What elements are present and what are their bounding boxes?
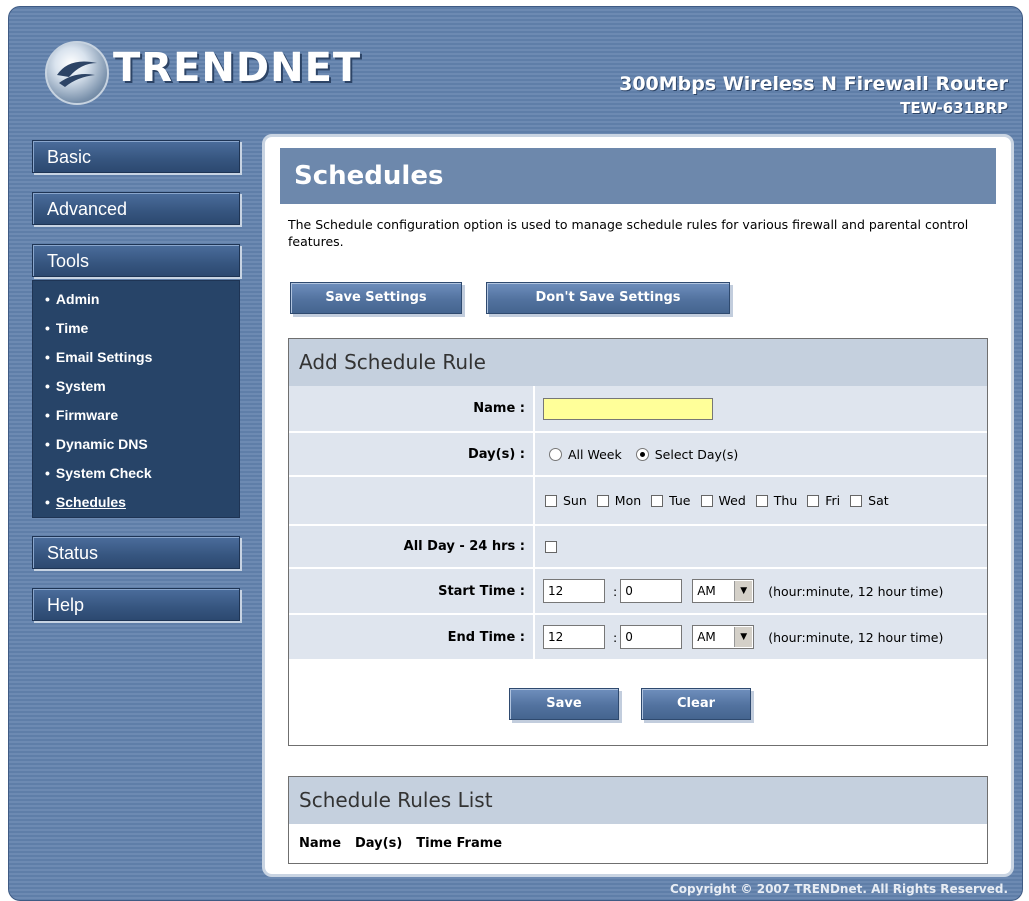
day-checkboxes-row: Sun Mon Tue Wed Thu Fri Sat xyxy=(289,477,987,524)
end-time-hint: (hour:minute, 12 hour time) xyxy=(768,629,944,645)
select-days-radio[interactable] xyxy=(635,447,649,461)
rules-list-header: Name Day(s) Time Frame xyxy=(289,824,987,851)
thu-label: Thu xyxy=(773,493,798,508)
chevron-down-icon: ▼ xyxy=(734,627,753,647)
sidebar-item-time[interactable]: • Time xyxy=(45,320,239,349)
start-hour-input[interactable]: 12 xyxy=(543,579,605,603)
nav-tools-button[interactable]: Tools xyxy=(32,244,240,277)
nav-help-button[interactable]: Help xyxy=(32,588,240,621)
sidebar-item-firmware[interactable]: • Firmware xyxy=(45,407,239,436)
nav-status-button[interactable]: Status xyxy=(32,536,240,569)
end-ampm-select[interactable]: AM ▼ xyxy=(692,625,755,649)
end-colon: : xyxy=(613,629,618,645)
col-days-header: Day(s) xyxy=(355,836,403,851)
logo-text: TRENDNET xyxy=(113,45,362,91)
fri-checkbox[interactable] xyxy=(807,494,820,507)
name-label: Name : xyxy=(289,386,533,431)
sidebar-item-system-check[interactable]: • System Check xyxy=(45,465,239,494)
clear-rule-button[interactable]: Clear xyxy=(641,688,751,720)
tools-submenu: • Admin • Time • Email Settings • System • Fi… xyxy=(32,280,240,518)
col-time-frame-header: Time Frame xyxy=(416,836,503,851)
thu-checkbox[interactable] xyxy=(755,494,768,507)
start-minute-input[interactable]: 0 xyxy=(620,579,683,603)
name-input[interactable] xyxy=(543,397,713,420)
product-title: 300Mbps Wireless N Firewall Router xyxy=(619,73,1008,95)
save-settings-button[interactable]: Save Settings xyxy=(290,282,462,314)
add-schedule-rule-title: Add Schedule Rule xyxy=(289,339,987,386)
end-minute-input[interactable]: 0 xyxy=(620,625,683,649)
save-rule-button[interactable]: Save xyxy=(509,688,619,720)
add-schedule-rule-section: Add Schedule Rule Name : Day(s) : All We… xyxy=(288,338,988,746)
end-time-row: End Time : 12 : 0 AM ▼ (hour:minute, 12 … xyxy=(289,615,987,659)
sidebar-item-dynamic-dns[interactable]: • Dynamic DNS xyxy=(45,436,239,465)
days-label: Day(s) : xyxy=(289,433,533,475)
trendnet-logo-icon xyxy=(45,41,109,105)
schedule-rules-list-section: Schedule Rules List Name Day(s) Time Frame xyxy=(288,776,988,864)
start-time-label: Start Time : xyxy=(289,569,533,613)
start-time-hint: (hour:minute, 12 hour time) xyxy=(768,583,944,599)
name-row: Name : xyxy=(289,386,987,431)
wed-label: Wed xyxy=(718,493,746,508)
tue-label: Tue xyxy=(669,493,691,508)
sat-checkbox[interactable] xyxy=(850,494,863,507)
fri-label: Fri xyxy=(825,493,841,508)
copyright-text: Copyright © 2007 TRENDnet. All Rights Re… xyxy=(670,882,1008,896)
sidebar-item-schedules[interactable]: • Schedules xyxy=(45,494,239,523)
sat-label: Sat xyxy=(868,493,889,508)
page-title: Schedules xyxy=(280,148,996,204)
page-description: The Schedule configuration option is use… xyxy=(288,217,969,249)
days-row: Day(s) : All Week Select Day(s) xyxy=(289,433,987,475)
product-model: TEW-631BRP xyxy=(900,99,1008,117)
start-ampm-select[interactable]: AM ▼ xyxy=(692,579,755,603)
col-name-header: Name xyxy=(299,836,342,851)
wed-checkbox[interactable] xyxy=(700,494,713,507)
sidebar-item-system[interactable]: • System xyxy=(45,378,239,407)
end-time-label: End Time : xyxy=(289,615,533,659)
all-day-label: All Day - 24 hrs : xyxy=(289,526,533,567)
all-week-radio[interactable] xyxy=(549,447,562,461)
schedule-rules-list-title: Schedule Rules List xyxy=(289,777,987,824)
sidebar-item-email-settings[interactable]: • Email Settings xyxy=(45,349,239,378)
mon-checkbox[interactable] xyxy=(596,494,609,507)
tue-checkbox[interactable] xyxy=(651,494,664,507)
end-hour-input[interactable]: 12 xyxy=(543,625,605,649)
nav-basic-button[interactable]: Basic xyxy=(32,140,240,173)
sun-label: Sun xyxy=(563,493,587,508)
all-day-checkbox[interactable] xyxy=(545,540,557,553)
sidebar-item-admin[interactable]: • Admin xyxy=(45,291,239,320)
dont-save-settings-button[interactable]: Don't Save Settings xyxy=(486,282,730,314)
all-day-row: All Day - 24 hrs : xyxy=(289,526,987,567)
nav-advanced-button[interactable]: Advanced xyxy=(32,192,240,225)
sun-checkbox[interactable] xyxy=(545,494,557,507)
all-week-label: All Week xyxy=(568,446,622,462)
start-colon: : xyxy=(613,583,618,599)
start-time-row: Start Time : 12 : 0 AM ▼ (hour:minute, 1… xyxy=(289,569,987,613)
chevron-down-icon: ▼ xyxy=(734,581,753,601)
mon-label: Mon xyxy=(614,493,642,508)
select-days-label: Select Day(s) xyxy=(654,446,739,462)
